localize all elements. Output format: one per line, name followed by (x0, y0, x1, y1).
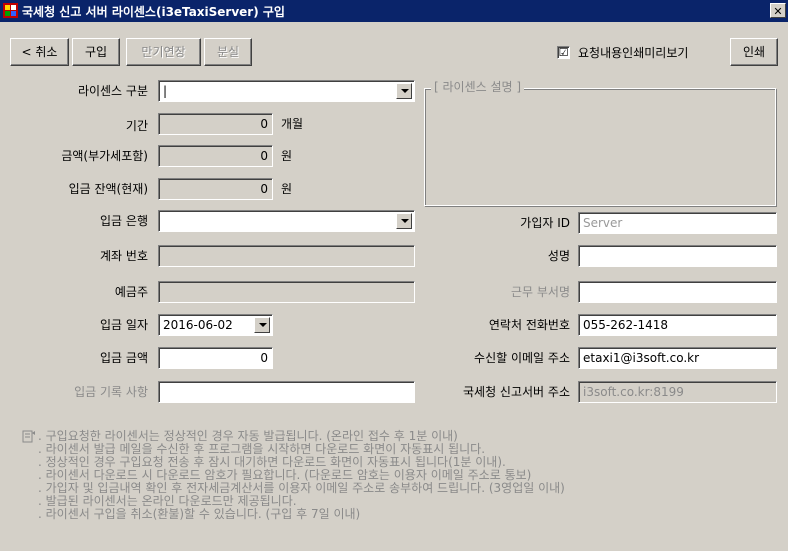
name-label: 성명 (547, 249, 570, 263)
server-field: i3soft.co.kr:8199 (578, 381, 777, 403)
extend-button[interactable]: 만기연장 (126, 38, 201, 66)
buy-button[interactable]: 구입 (72, 38, 120, 66)
app-icon (3, 3, 18, 18)
amount-field: 0 (158, 145, 273, 167)
department-input[interactable] (578, 281, 777, 303)
lost-button[interactable]: 분실 (204, 38, 252, 66)
amount-unit: 원 (281, 149, 293, 163)
period-unit: 개월 (281, 117, 304, 131)
email-label: 수신할 이메일 주소 (474, 351, 570, 365)
note-line: . 라이센서 구입을 취소(환불)할 수 있습니다. (구입 후 7일 이내) (38, 507, 361, 521)
chevron-down-icon[interactable] (254, 317, 270, 333)
memo-icon (22, 430, 35, 443)
deposit-note-label: 입금 기록 사항 (74, 385, 148, 399)
phone-label: 연락처 전화번호 (488, 318, 570, 332)
join-id-label: 가입자 ID (520, 216, 570, 230)
license-type-label: 라이센스 구분 (77, 84, 148, 98)
deposit-note-input[interactable] (158, 381, 415, 403)
balance-field: 0 (158, 178, 273, 200)
amount-label: 금액(부가세포함) (61, 149, 148, 163)
bank-select[interactable] (158, 210, 415, 232)
chevron-down-icon[interactable] (396, 83, 412, 99)
period-label: 기간 (125, 119, 148, 133)
bank-label: 입금 은행 (100, 214, 148, 228)
server-label: 국세청 신고서버 주소 (463, 385, 570, 399)
license-type-value: | (163, 84, 168, 98)
deposit-date-label: 입금 일자 (100, 318, 148, 332)
license-description-group (424, 88, 776, 206)
balance-label: 입금 잔액(현재) (68, 182, 148, 196)
phone-input[interactable]: 055-262-1418 (578, 314, 777, 336)
title-bar: 국세청 신고 서버 라이센스(i3eTaxiServer) 구입 ✕ (0, 0, 788, 22)
depositor-field (158, 281, 415, 303)
join-id-input[interactable]: Server (578, 212, 777, 234)
deposit-date-picker[interactable]: 2016-06-02 (158, 314, 273, 336)
notes-list: . 구입요청한 라이센서는 정상적인 경우 자동 발급됩니다. (온라인 접수 … (38, 430, 565, 521)
preview-checkbox[interactable]: ☑ (557, 46, 570, 59)
deposit-date-value: 2016-06-02 (163, 318, 233, 332)
deposit-amount-input[interactable]: 0 (158, 347, 273, 369)
license-description-title: [ 라이센스 설명 ] (431, 79, 525, 95)
print-button[interactable]: 인쇄 (730, 38, 778, 66)
window-title: 국세청 신고 서버 라이센스(i3eTaxiServer) 구입 (22, 5, 285, 19)
account-no-label: 계좌 번호 (100, 249, 148, 263)
cancel-button[interactable]: < 취소 (10, 38, 69, 66)
deposit-amount-label: 입금 금액 (100, 351, 148, 365)
department-label: 근무 부서명 (510, 285, 570, 299)
preview-label[interactable]: 요청내용인쇄미리보기 (578, 42, 688, 64)
period-field: 0 (158, 113, 273, 135)
join-id-placeholder: Server (583, 216, 623, 230)
balance-unit: 원 (281, 182, 293, 196)
name-input[interactable] (578, 245, 777, 267)
depositor-label: 예금주 (114, 285, 148, 299)
account-no-field (158, 245, 415, 267)
email-input[interactable]: etaxi1@i3soft.co.kr (578, 347, 777, 369)
chevron-down-icon[interactable] (396, 213, 412, 229)
license-type-select[interactable]: | (158, 80, 415, 102)
close-button[interactable]: ✕ (770, 3, 786, 18)
